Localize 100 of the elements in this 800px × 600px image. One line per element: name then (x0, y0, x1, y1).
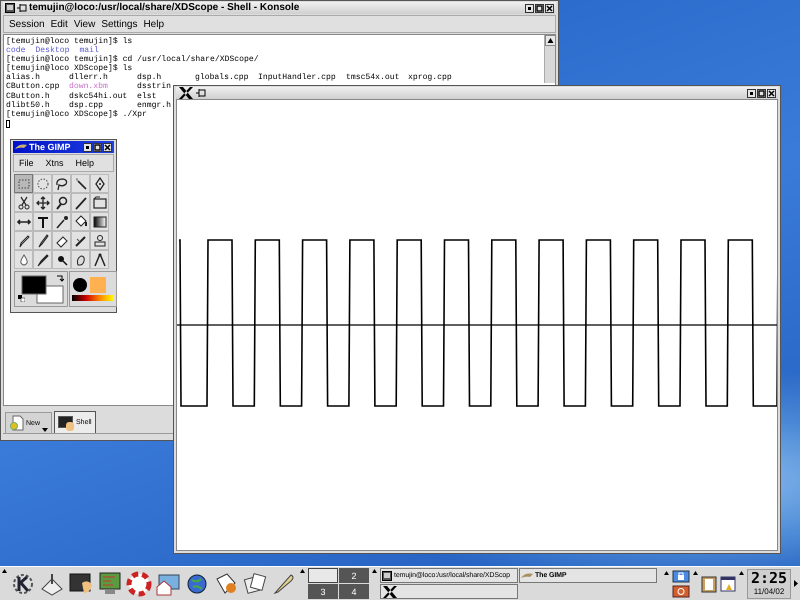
tool-button[interactable] (71, 193, 90, 212)
task-button[interactable] (380, 584, 518, 599)
eyedropper-icon (54, 214, 70, 230)
desktop-pager-cell[interactable]: 3 (308, 584, 338, 599)
panel-arrow-icon[interactable] (2, 569, 7, 573)
menu-item[interactable]: Settings (99, 18, 140, 30)
tool-button[interactable] (33, 212, 52, 231)
close-button[interactable] (103, 142, 112, 152)
scissors-icon (16, 194, 32, 210)
text-cursor (6, 120, 10, 128)
minimize-button[interactable] (525, 4, 534, 12)
tool-button[interactable] (71, 250, 90, 269)
gradient-preview[interactable] (72, 295, 114, 301)
menu-item[interactable]: Xtns (44, 158, 66, 168)
terminal-line: [temujin@loco XDScope]$ ./Xpr (6, 110, 147, 119)
panel-scroll-arrow-icon[interactable] (794, 580, 798, 587)
tool-button[interactable] (71, 174, 90, 193)
panel-arrow-icon[interactable] (739, 570, 744, 574)
panel-arrow-icon[interactable] (372, 569, 377, 573)
file-name: code (6, 46, 26, 56)
calendar-window-icon[interactable] (720, 576, 736, 592)
padlock-icon[interactable] (672, 570, 690, 582)
panel-arrow-icon[interactable] (300, 569, 305, 573)
file-name: globals.cpp (195, 73, 248, 82)
pin-icon[interactable] (17, 3, 27, 13)
pin-icon[interactable] (196, 88, 206, 98)
desktop-pager-cell[interactable]: 2 (339, 568, 369, 583)
power-icon[interactable] (672, 584, 690, 598)
swap-arrow-icon[interactable] (56, 274, 64, 282)
tool-button[interactable] (14, 250, 33, 269)
file-name: CButton.cpp (6, 82, 60, 92)
terminal-icon[interactable] (5, 3, 15, 13)
scroll-up-button[interactable] (545, 35, 556, 46)
panel-arrow-icon[interactable] (693, 570, 698, 574)
file-name: dllerr.h (69, 73, 108, 82)
maximize-button[interactable] (757, 88, 766, 98)
file-name: down.xbm (69, 82, 108, 92)
menu-item[interactable]: Help (141, 18, 166, 30)
file-name: dsp.cpp (69, 100, 103, 110)
file-name: Desktop (35, 46, 70, 56)
monitor-icon[interactable] (97, 570, 123, 596)
x-logo-icon[interactable] (178, 86, 194, 100)
menu-item[interactable]: Session (7, 18, 47, 30)
tool-button[interactable] (90, 250, 109, 269)
tool-button[interactable] (90, 174, 109, 193)
panel-arrow-icon[interactable] (664, 570, 669, 574)
terminal-icon (58, 414, 74, 430)
terminal-icon (382, 570, 392, 580)
file-name: dsp.h (137, 73, 162, 82)
default-colors-icon[interactable] (18, 295, 25, 302)
lifebuoy-icon[interactable] (126, 570, 152, 596)
menu-item[interactable]: Help (74, 158, 96, 168)
tool-button[interactable] (52, 174, 71, 193)
file-name: dskc54hi.out (69, 92, 128, 101)
menu-item[interactable]: View (72, 18, 98, 30)
paint-bucket-icon (72, 214, 88, 230)
menu-item[interactable]: File (17, 158, 36, 168)
window-title: The GIMP (29, 141, 72, 153)
desktop-pager-cell[interactable] (308, 568, 338, 583)
tool-button[interactable] (14, 231, 33, 250)
x-logo-icon (382, 584, 398, 598)
gradient-icon (92, 214, 108, 230)
maximize-button[interactable] (93, 142, 102, 152)
tool-button[interactable] (52, 250, 71, 269)
brush-preview[interactable] (72, 277, 88, 293)
menu-item[interactable]: Edit (48, 18, 70, 30)
tool-button[interactable] (90, 193, 109, 212)
fountain-pen-icon (34, 252, 50, 268)
file-name: enmgr.h (137, 100, 171, 110)
tool-button[interactable] (33, 193, 52, 212)
tool-button[interactable] (71, 231, 90, 250)
wilber-icon[interactable] (15, 143, 27, 151)
ellipse-select-icon (34, 176, 50, 192)
clock[interactable]: 2:25 11/04/02 (747, 568, 791, 598)
close-button[interactable] (545, 4, 554, 12)
tool-button[interactable] (90, 212, 109, 231)
terminal-line: [temujin@loco XDScope]$ ls (6, 64, 134, 74)
tool-button[interactable] (52, 231, 71, 250)
folder-icon (92, 194, 108, 210)
papers-icon[interactable] (242, 570, 268, 596)
desktop-pager-cell[interactable]: 4 (339, 584, 369, 599)
tool-button[interactable] (33, 231, 52, 250)
tool-button[interactable] (14, 193, 33, 212)
terminal-line: [temujin@loco temujin]$ cd /usr/local/share/XDScope/ (6, 55, 260, 64)
tool-button[interactable] (33, 250, 52, 269)
tool-button[interactable] (52, 212, 71, 231)
file-name: alias.h (6, 73, 40, 82)
tool-button[interactable] (52, 193, 71, 212)
tool-button[interactable] (90, 231, 109, 250)
maximize-button[interactable] (535, 4, 544, 12)
clipboard-icon[interactable] (701, 574, 717, 592)
tool-button[interactable] (71, 212, 90, 231)
minimize-button[interactable] (747, 88, 756, 98)
minimize-button[interactable] (83, 142, 92, 152)
window-title: temujin@loco:/usr/local/share/XDScope - Shell - Konsole (29, 2, 300, 14)
wilber-icon (521, 572, 533, 580)
tool-button[interactable] (14, 212, 33, 231)
close-button[interactable] (767, 88, 776, 98)
scrollbar[interactable] (544, 35, 555, 83)
magnifier-icon (54, 194, 70, 210)
